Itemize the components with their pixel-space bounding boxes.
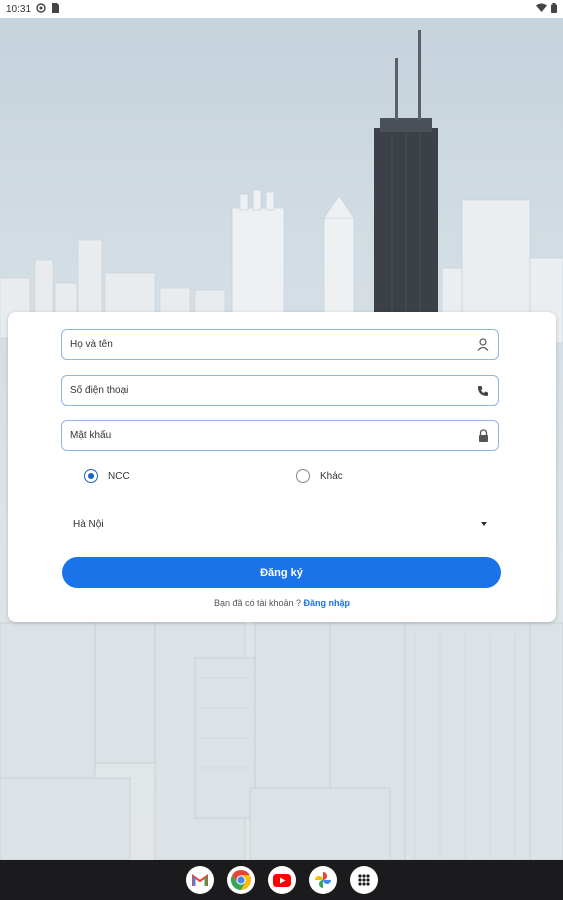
radio-khac-indicator[interactable] [296, 469, 310, 483]
city-dropdown-value: Hà Nội [73, 518, 104, 530]
radio-ncc[interactable]: NCC [84, 469, 130, 483]
photos-icon[interactable] [308, 866, 337, 894]
login-prompt: Bạn đã có tài khoản ? Đăng nhập [8, 598, 556, 608]
status-time: 10:31 [6, 3, 32, 15]
registration-card: NCC Khác Hà Nội Đăng ký Bạn đã có tài kh… [8, 312, 556, 622]
password-field[interactable] [61, 420, 499, 451]
login-link[interactable]: Đăng nhập [304, 598, 351, 608]
password-input[interactable] [70, 430, 476, 441]
battery-icon [551, 2, 557, 16]
radio-khac[interactable]: Khác [296, 469, 343, 483]
city-dropdown[interactable]: Hà Nội [61, 512, 499, 536]
status-bar: 10:31 [0, 0, 563, 18]
gmail-icon[interactable] [185, 866, 214, 894]
settings-status-icon [36, 2, 46, 16]
sim-card-icon [51, 2, 60, 16]
app-dock [0, 860, 563, 900]
radio-ncc-label: NCC [108, 470, 130, 482]
wifi-icon [536, 3, 547, 15]
have-account-text: Bạn đã có tài khoản ? [213, 598, 302, 608]
full-name-input[interactable] [70, 339, 476, 350]
app-drawer-icon[interactable] [349, 866, 378, 894]
person-icon [476, 338, 490, 352]
chrome-icon[interactable] [226, 866, 255, 894]
radio-khac-label: Khác [320, 470, 343, 482]
radio-ncc-indicator[interactable] [84, 469, 98, 483]
lock-icon [476, 429, 490, 443]
full-name-field[interactable] [61, 329, 499, 360]
phone-icon [476, 384, 490, 398]
youtube-icon[interactable] [267, 866, 296, 894]
phone-input[interactable] [70, 385, 476, 396]
register-button[interactable]: Đăng ký [62, 557, 501, 588]
dropdown-arrow-icon [481, 522, 487, 526]
phone-field[interactable] [61, 375, 499, 406]
